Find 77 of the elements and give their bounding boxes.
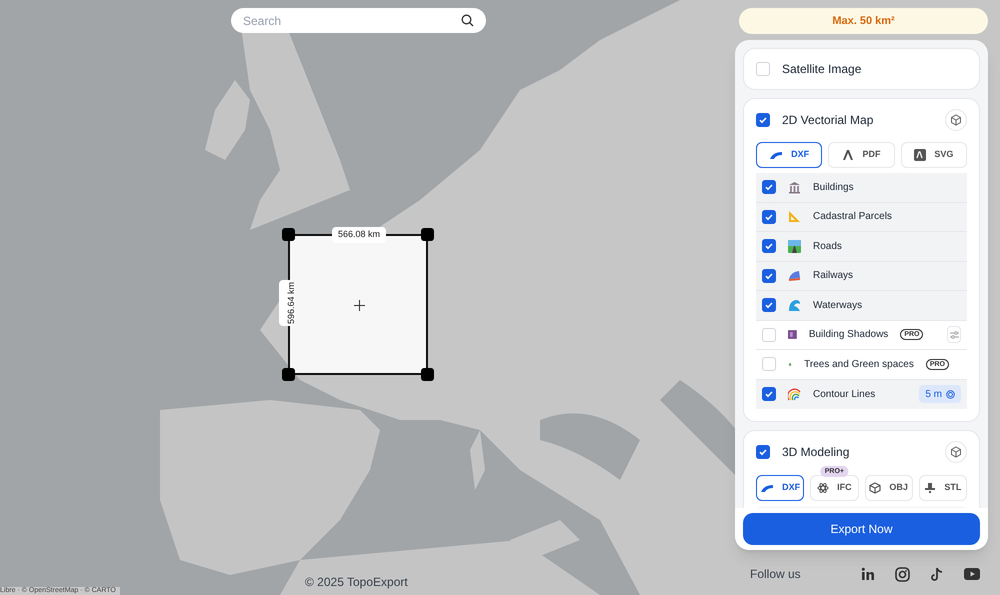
cube-icon [950,446,962,458]
curve-icon [769,150,784,160]
building-icon [788,180,801,194]
format-button[interactable]: PDF [828,142,895,168]
check-icon [764,241,774,252]
checkbox[interactable] [762,298,776,312]
view-3d-button[interactable] [945,109,967,131]
height-label: 596.64 km [279,280,295,326]
interval-button[interactable]: 5 m [919,385,961,404]
checkbox[interactable] [762,210,776,224]
vector-icon [914,149,926,161]
format-button[interactable]: DXF [756,142,822,168]
layer-label: Buildings [813,180,854,195]
search-icon [461,14,474,27]
section-title: 2D Vectorial Map [782,112,874,129]
layer-label: Railways [813,269,854,284]
shadow-icon [788,328,797,342]
format-button[interactable]: STL [918,475,967,501]
check-icon [764,300,774,310]
triangle-ruler-icon [788,210,801,224]
layer-row[interactable]: Buildings [756,173,967,202]
format-button[interactable]: DXF [756,475,804,501]
atom-icon [817,482,830,494]
resize-handle[interactable] [282,228,295,241]
layer-label: Building Shadows [808,328,888,342]
linkedin-icon[interactable] [861,567,875,581]
copyright-text: © 2025 TopoExport [305,574,408,591]
document-icon [842,149,854,161]
check-icon [758,115,768,125]
train-icon [788,269,801,282]
check-icon [764,182,774,192]
satellite-label: Satellite Image [782,61,862,78]
checkbox[interactable] [762,268,776,283]
crosshair-icon [354,300,365,311]
target-icon [946,390,955,399]
road-icon [788,240,801,253]
layer-row[interactable]: Contour Lines 5 m [756,380,967,409]
format-button[interactable]: SVG [900,142,967,168]
format-button[interactable]: OBJ [864,475,913,501]
instagram-icon[interactable] [895,566,910,582]
checkbox[interactable] [762,387,776,402]
layer-label: Contour Lines [813,388,876,402]
check-icon [764,270,774,281]
follow-label: Follow us [750,566,802,583]
layer-row[interactable]: Railways [756,262,967,291]
layer-label: Roads [813,240,842,254]
layer-label: Waterways [813,298,862,313]
layer-label: Trees and Green spaces [804,358,914,372]
cube-icon [950,114,962,126]
layer-row[interactable]: Waterways [756,291,967,320]
tiktok-icon[interactable] [930,566,944,582]
sliders-icon [950,330,959,339]
view-3d-button[interactable] [945,441,967,463]
checkbox[interactable] [756,113,770,127]
check-icon [764,212,774,222]
layer-label: Cadastral Parcels [813,210,892,224]
area-limit-banner: Max. 50 km² [739,8,988,34]
section-title: 3D Modeling [782,444,850,461]
resize-handle[interactable] [421,368,434,381]
rainbow-icon [788,388,801,401]
check-icon [758,447,768,457]
curve-icon [760,484,774,492]
resize-handle[interactable] [282,368,295,381]
layer-row[interactable]: Cadastral Parcels [756,202,967,232]
checkbox[interactable] [762,180,776,194]
checkbox[interactable] [762,239,776,254]
resize-handle[interactable] [421,228,434,241]
stamp-icon [924,482,936,494]
wave-icon [788,298,801,312]
check-icon [764,389,774,400]
youtube-icon[interactable] [964,568,980,580]
width-label: 566.08 km [332,227,386,242]
export-button[interactable]: Export Now [743,513,980,545]
checkbox[interactable] [756,445,770,459]
cube-icon [869,482,882,494]
search-field[interactable]: Search [231,8,486,33]
layer-row[interactable]: Roads [756,232,967,262]
